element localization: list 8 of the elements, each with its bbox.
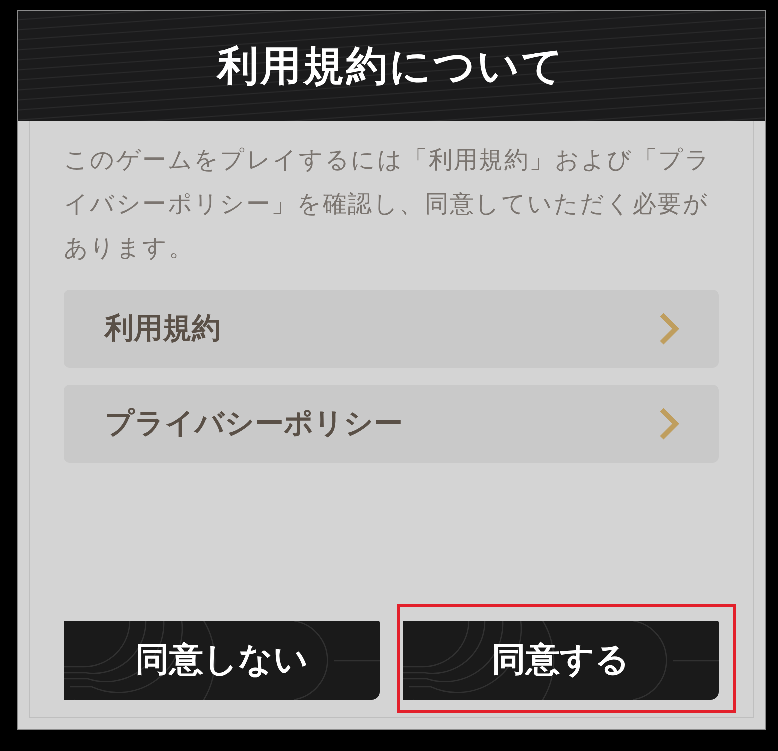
- chevron-right-icon: [659, 408, 679, 440]
- chevron-right-icon: [659, 313, 679, 345]
- dialog-button[interactable]: 同意する: [403, 621, 719, 700]
- dialog-button[interactable]: 同意しない: [64, 621, 380, 700]
- message-text: このゲームをプレイするには「利用規約」および「プライバシーポリシー」を確認し、同意していただく必要があります。: [64, 145, 712, 264]
- dialog-title: 利用規約について: [218, 46, 566, 86]
- document-link[interactable]: 利用規約: [64, 290, 719, 368]
- document-link[interactable]: プライバシーポリシー: [64, 385, 719, 463]
